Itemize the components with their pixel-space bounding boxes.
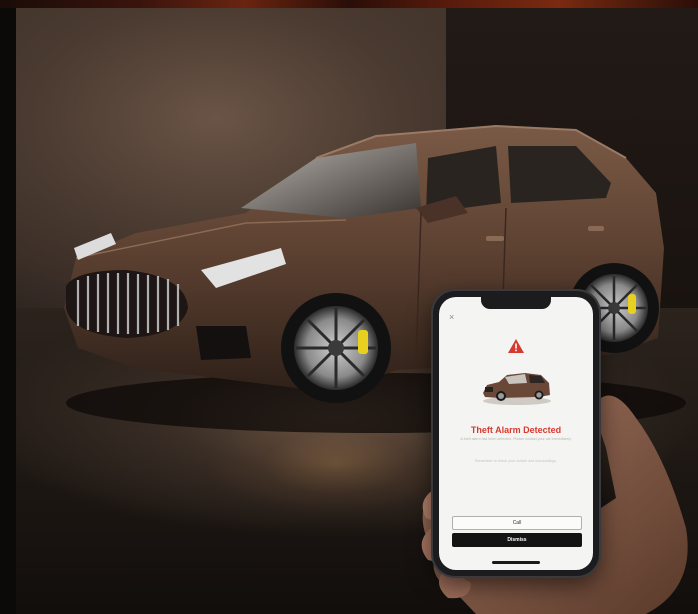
vehicle-thumbnail — [483, 373, 551, 405]
left-edge-border — [0, 8, 16, 614]
alert-title: Theft Alarm Detected — [470, 425, 562, 435]
alert-message: A theft alarm has been detected. Please … — [460, 437, 572, 441]
phone-screen: × Theft Alarm Detected A theft alarm has… — [439, 297, 593, 570]
dismiss-button[interactable]: Dismiss — [452, 533, 582, 547]
warning-triangle-icon — [508, 339, 524, 353]
close-icon[interactable]: × — [449, 313, 454, 322]
phone-notch — [481, 297, 551, 309]
top-edge-strip — [0, 0, 698, 8]
home-indicator — [492, 561, 540, 564]
smartphone: × Theft Alarm Detected A theft alarm has… — [433, 291, 599, 576]
alert-note: Remember to check your vehicle and surro… — [474, 459, 558, 463]
call-button[interactable]: Call — [452, 516, 582, 530]
